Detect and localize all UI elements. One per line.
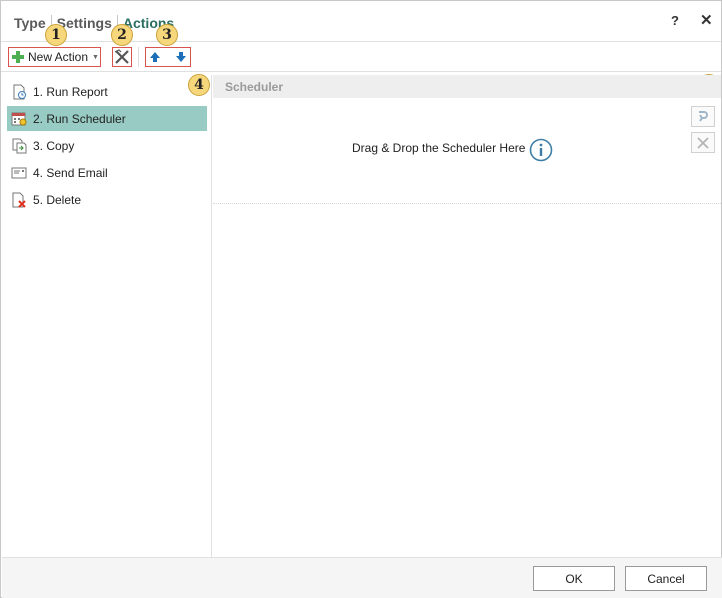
ok-button[interactable]: OK xyxy=(533,566,615,591)
move-buttons-group xyxy=(145,47,191,67)
callout-badge-3: 3 xyxy=(156,24,178,46)
delete-file-icon xyxy=(11,192,27,208)
redirect-arrow-icon xyxy=(699,110,708,122)
list-item-label: 4. Send Email xyxy=(33,165,108,180)
chevron-down-icon: ▼ xyxy=(92,53,99,61)
dialog-footer: OK Cancel xyxy=(2,557,722,598)
actions-list: 1. Run Report 2. Run Scheduler 3. Copy 4… xyxy=(2,75,212,557)
toolbar-separator xyxy=(138,47,139,67)
tab-type[interactable]: Type xyxy=(14,15,46,31)
list-item[interactable]: 1. Run Report xyxy=(7,79,207,104)
list-item-label: 3. Copy xyxy=(33,138,75,153)
scheduler-header: Scheduler xyxy=(213,75,721,98)
list-item[interactable]: 5. Delete xyxy=(7,187,207,212)
arrow-down-icon xyxy=(176,52,186,62)
report-icon xyxy=(11,84,27,100)
list-item[interactable]: 2. Run Scheduler xyxy=(7,106,207,131)
callout-badge-2: 2 xyxy=(111,24,133,46)
move-up-button[interactable] xyxy=(149,51,161,63)
scheduler-icon xyxy=(11,111,27,127)
help-button[interactable]: ? xyxy=(671,13,679,28)
delete-icon xyxy=(114,49,129,64)
plus-icon xyxy=(12,51,24,63)
remove-scheduler-button[interactable] xyxy=(691,132,715,153)
callout-badge-1: 1 xyxy=(45,24,67,46)
email-icon xyxy=(11,165,27,181)
arrow-up-icon xyxy=(150,52,160,62)
copy-icon xyxy=(11,138,27,154)
move-down-button[interactable] xyxy=(175,51,187,63)
list-item[interactable]: 4. Send Email xyxy=(7,160,207,185)
apply-scheduler-button[interactable] xyxy=(691,106,715,127)
list-item-label: 2. Run Scheduler xyxy=(33,111,126,126)
actions-dialog: Type Settings Actions ? ✕ New Action ▼ 1… xyxy=(0,0,722,598)
list-item[interactable]: 3. Copy xyxy=(7,133,207,158)
dialog-tabs: Type Settings Actions xyxy=(14,14,174,32)
scheduler-drop-zone[interactable]: Drag & Drop the Scheduler Here xyxy=(213,98,721,204)
header-divider xyxy=(1,41,721,42)
delete-icon xyxy=(697,136,709,149)
delete-action-button[interactable] xyxy=(112,47,132,67)
list-item-label: 5. Delete xyxy=(33,192,82,207)
cancel-button[interactable]: Cancel xyxy=(625,566,707,591)
drop-hint: Drag & Drop the Scheduler Here xyxy=(352,141,526,155)
new-action-label: New Action xyxy=(28,50,89,64)
close-button[interactable]: ✕ xyxy=(700,11,713,29)
scheduler-title: Scheduler xyxy=(225,79,284,94)
info-icon[interactable] xyxy=(529,138,553,162)
new-action-button[interactable]: New Action ▼ xyxy=(8,47,101,67)
toolbar-divider xyxy=(1,71,721,72)
list-item-label: 1. Run Report xyxy=(33,84,108,99)
